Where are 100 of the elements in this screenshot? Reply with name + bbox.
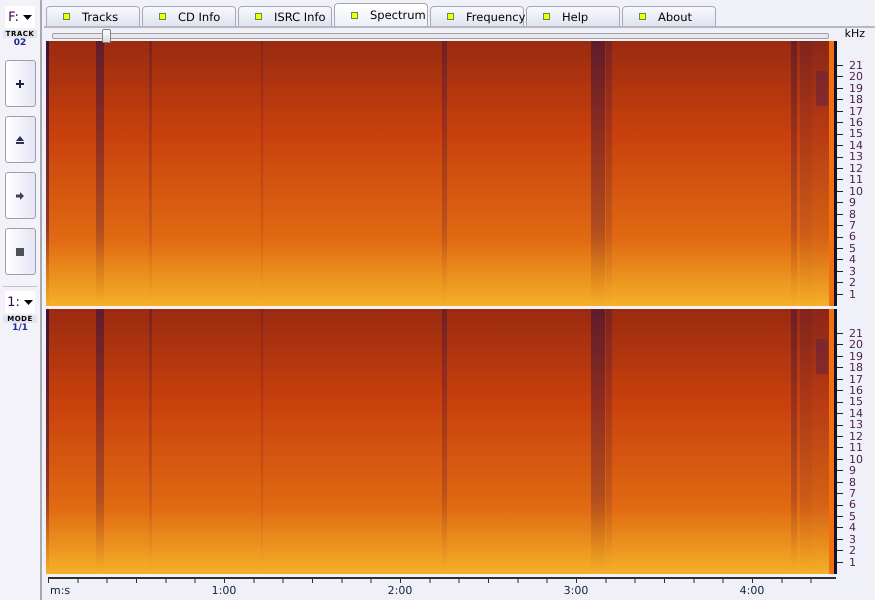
tick-mark (837, 65, 843, 66)
tick-mark (837, 367, 843, 368)
frequency-label: 4 (849, 522, 856, 534)
time-label: 3:00 (564, 584, 588, 597)
tick-mark (837, 259, 843, 260)
plus-button[interactable] (4, 60, 36, 107)
indicator-icon (639, 13, 646, 20)
stop-button[interactable] (4, 228, 36, 275)
time-label: 1:00 (212, 584, 236, 597)
tick-mark (837, 413, 843, 414)
tick-mark (837, 538, 843, 540)
tick-mark (837, 202, 843, 204)
tick-mark (837, 356, 843, 357)
indicator-icon (63, 13, 70, 20)
frequency-label: 9 (849, 465, 856, 477)
frequency-label: 21 (849, 328, 863, 340)
frequency-label: 15 (849, 396, 863, 408)
time-label: 4:00 (740, 584, 764, 597)
frequency-label: 5 (849, 242, 856, 254)
frequency-label: 9 (849, 197, 856, 209)
tick-mark (837, 248, 843, 250)
frequency-label: 17 (849, 374, 863, 386)
tab[interactable]: Tracks (46, 6, 140, 26)
tick-mark (837, 344, 843, 346)
tick-mark (837, 214, 843, 215)
frequency-label: 8 (849, 476, 856, 488)
frequency-label: 13 (849, 151, 863, 163)
indicator-icon (351, 12, 358, 18)
eject-icon (15, 134, 25, 144)
tick-mark (837, 88, 843, 89)
tab[interactable]: Spectrum (334, 3, 428, 26)
eject-button[interactable] (4, 116, 36, 163)
tick-mark (837, 516, 843, 518)
frequency-label: 7 (849, 488, 856, 500)
tick-mark (837, 179, 843, 180)
tick-mark (837, 378, 843, 380)
frequency-label: 10 (849, 454, 863, 466)
frequency-label: 16 (849, 385, 863, 396)
tick-mark (837, 470, 843, 472)
stop-icon (15, 246, 25, 256)
next-button[interactable] (4, 172, 36, 219)
frequency-label: 6 (849, 499, 856, 511)
tab[interactable]: Frequency (430, 6, 524, 26)
tick-mark (837, 504, 843, 506)
tab[interactable]: ISRC Info (238, 6, 332, 26)
frequency-unit: kHz (844, 27, 865, 41)
frequency-label: 14 (849, 408, 863, 420)
frequency-label: 7 (849, 220, 856, 232)
frequency-label: 12 (849, 430, 863, 442)
frequency-label: 13 (849, 419, 863, 431)
tick-mark (837, 282, 843, 284)
mode-dropdown[interactable]: 1: (5, 291, 35, 313)
track-number: 02 (14, 38, 26, 48)
indicator-icon (447, 13, 454, 20)
caret-icon (24, 300, 33, 304)
tick-mark (837, 168, 843, 169)
tab[interactable]: About (622, 6, 716, 26)
tick-mark (837, 145, 843, 146)
indicator-icon (159, 13, 166, 20)
frequency-label: 4 (849, 254, 856, 266)
tick-mark (837, 333, 843, 334)
frequency-label: 20 (849, 71, 863, 83)
tick-mark (837, 236, 843, 238)
frequency-label: 17 (849, 106, 863, 118)
frequency-label: 1 (849, 556, 856, 568)
tick-mark (837, 99, 843, 100)
caret-icon (22, 14, 32, 20)
slider-thumb[interactable] (102, 28, 111, 43)
tick-mark (837, 402, 843, 403)
frequency-label: 21 (849, 60, 863, 72)
arrow-icon (15, 190, 25, 200)
frequency-label: 2 (849, 545, 856, 557)
tick-mark (837, 134, 843, 135)
frequency-label: 14 (849, 140, 863, 152)
plus-icon (15, 78, 25, 88)
frequency-label: 11 (849, 174, 863, 186)
frequency-label: 1 (849, 288, 856, 300)
tick-mark (837, 527, 843, 528)
tick-mark (837, 424, 843, 426)
drive-dropdown[interactable]: F: (5, 6, 35, 28)
frequency-label: 5 (849, 510, 856, 522)
tick-mark (837, 110, 843, 112)
tick-mark (837, 76, 843, 78)
frequency-label: 6 (849, 231, 856, 243)
tick-mark (837, 550, 843, 552)
frequency-label: 16 (849, 117, 863, 128)
frequency-label: 18 (849, 362, 863, 374)
frequency-label: 18 (849, 94, 863, 106)
tick-mark (837, 562, 843, 563)
frequency-label: 19 (849, 350, 863, 362)
frequency-label: 10 (849, 186, 863, 198)
tab[interactable]: Help (526, 6, 620, 26)
tab[interactable]: CD Info (142, 6, 236, 26)
frequency-label: 3 (849, 534, 856, 546)
tick-mark (837, 458, 843, 460)
tick-mark (837, 436, 843, 437)
frequency-label: 15 (849, 128, 863, 140)
tick-mark (837, 270, 843, 272)
frequency-label: 2 (849, 277, 856, 289)
frequency-label: 19 (849, 82, 863, 94)
